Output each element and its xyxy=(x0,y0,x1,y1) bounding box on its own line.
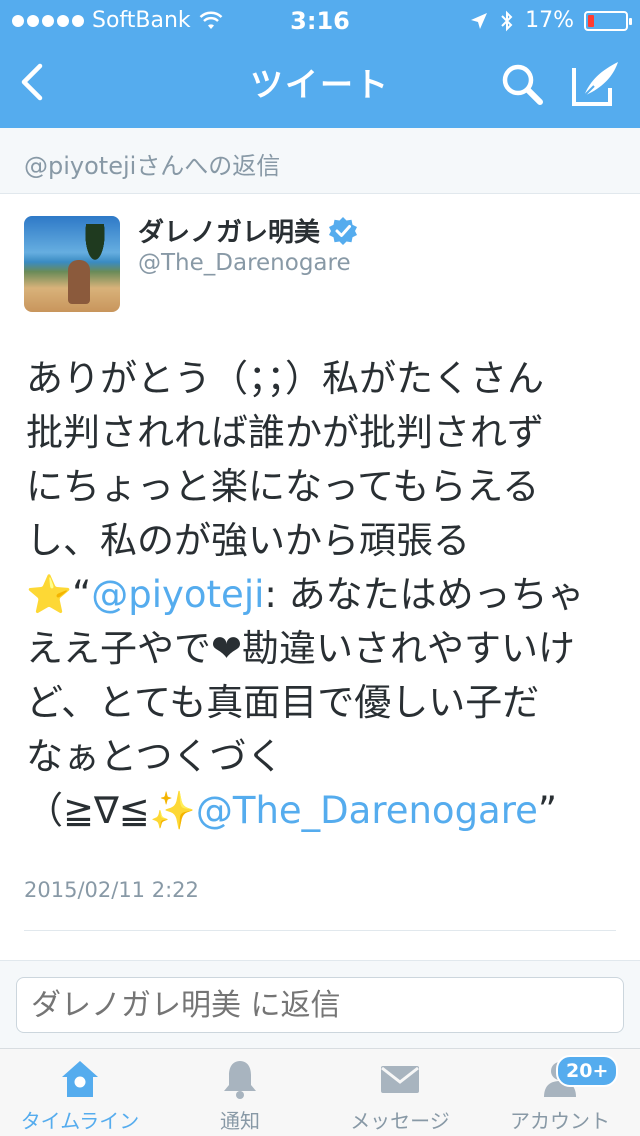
author-name[interactable]: ダレノガレ明美 xyxy=(138,212,320,249)
author-handle[interactable]: @The_Darenogare xyxy=(138,250,351,276)
tweet-line: ありがとう（；；）私がたくさん xyxy=(26,357,544,400)
envelope-icon xyxy=(381,1066,419,1093)
tweet-line: ど、とても真面目で優しい子だ xyxy=(26,681,540,724)
tweet-line: にちょっと楽になってもらえる xyxy=(26,465,540,508)
mention-link[interactable]: @piyoteji xyxy=(91,573,264,616)
battery-fill xyxy=(588,14,594,27)
bluetooth-icon xyxy=(501,10,513,31)
tweet-text: ありがとう（；；）私がたくさん 批判されれば誰かが批判されず にちょっと楽になっ… xyxy=(26,352,626,838)
status-bar: SoftBank 3:16 17% xyxy=(0,0,640,40)
account-badge: 20+ xyxy=(556,1055,619,1087)
mention-link[interactable]: @The_Darenogare xyxy=(196,789,538,832)
avatar[interactable] xyxy=(24,216,120,312)
verified-badge-icon xyxy=(329,216,358,245)
tab-label: 通知 xyxy=(220,1109,260,1133)
tweet-timestamp: 2015/02/11 2:22 xyxy=(24,878,199,902)
star-emoji-icon: ⭐ xyxy=(26,573,73,616)
search-icon[interactable] xyxy=(498,60,546,108)
reply-context-label: @piyotejiさんへの返信 xyxy=(24,152,281,180)
tweet-text-segment: （≧∇≦ xyxy=(26,789,150,832)
tweet-line: （≧∇≦✨@The_Darenogare” xyxy=(26,784,626,838)
compose-icon[interactable] xyxy=(570,58,622,108)
tab-bar: タイムライン 通知 メッセージ アカウント 20+ xyxy=(0,1048,640,1136)
tab-label: タイムライン xyxy=(20,1109,140,1133)
location-arrow-icon xyxy=(471,12,488,29)
divider xyxy=(24,930,616,931)
author-name-row[interactable]: ダレノガレ明美 xyxy=(138,212,358,249)
quote-close: ” xyxy=(537,789,558,832)
tweet-line: 批判されれば誰かが批判されず xyxy=(26,411,544,454)
tab-timeline[interactable]: タイムライン xyxy=(0,1049,160,1136)
quote-open: “ xyxy=(72,573,92,616)
tab-notifications[interactable]: 通知 xyxy=(160,1049,320,1136)
tweet-line: ⭐“@piyoteji: あなたはめっちゃ xyxy=(26,568,626,622)
tweet-text-segment: : あなたはめっちゃ xyxy=(264,573,585,616)
battery-percent: 17% xyxy=(525,8,574,33)
home-icon xyxy=(62,1061,98,1097)
reply-bar xyxy=(0,960,640,1048)
tab-label: アカウント xyxy=(510,1109,610,1133)
tweet-line: し、私のが強いから頑張る xyxy=(26,519,470,562)
tweet-line: なぁとつくづく xyxy=(26,735,284,778)
bell-icon xyxy=(224,1061,256,1099)
reply-context: @piyotejiさんへの返信 xyxy=(0,128,640,194)
avatar-person xyxy=(68,260,90,304)
tweet-line: ええ子やで❤勘違いされやすいけ xyxy=(26,622,626,676)
reply-input[interactable] xyxy=(16,977,624,1033)
tab-label: メッセージ xyxy=(350,1109,450,1133)
tab-messages[interactable]: メッセージ xyxy=(320,1049,480,1136)
heart-emoji-icon: ❤ xyxy=(211,627,243,670)
top-bar: SoftBank 3:16 17% ツイート xyxy=(0,0,640,128)
tweet-text-segment: ええ子やで xyxy=(26,627,211,670)
tweet-text-segment: 勘違いされやすいけ xyxy=(242,627,576,670)
battery-icon xyxy=(584,10,632,31)
sparkles-emoji-icon: ✨ xyxy=(149,789,196,832)
status-right: 17% xyxy=(469,8,632,33)
